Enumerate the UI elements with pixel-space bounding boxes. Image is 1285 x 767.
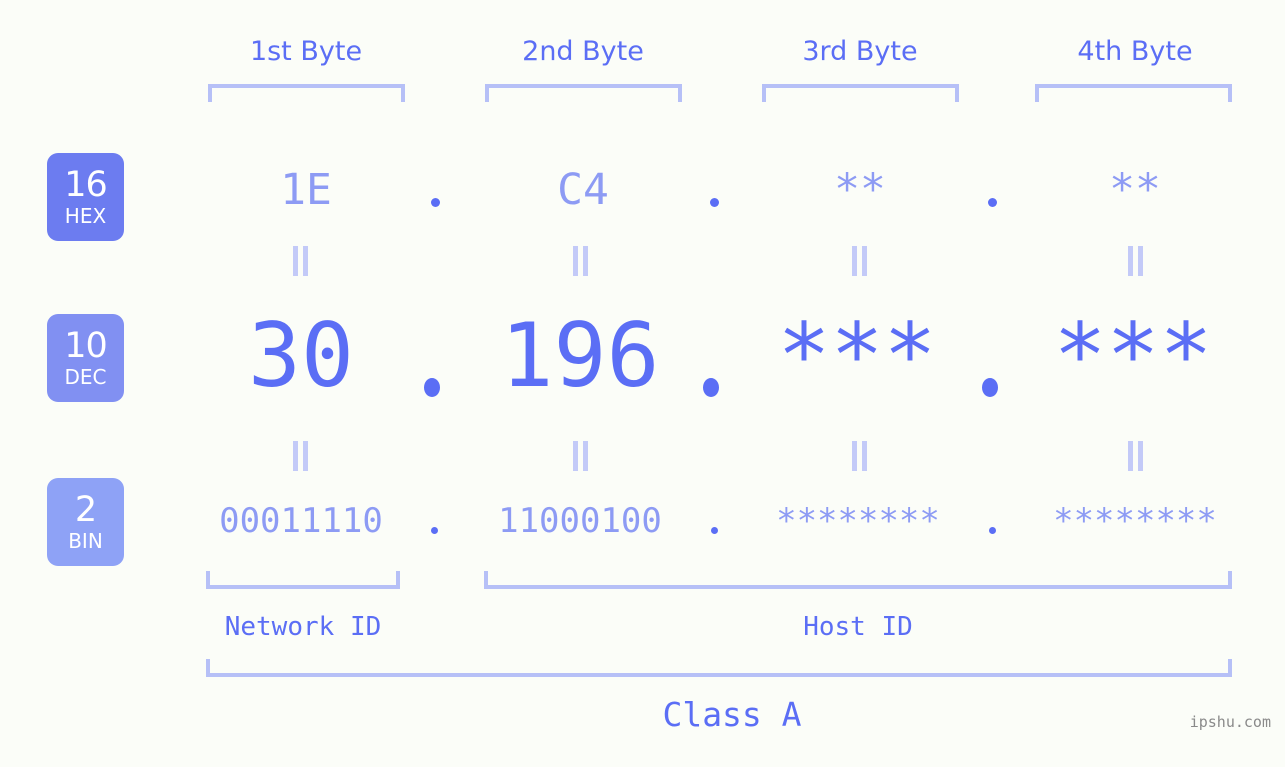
radix-badge-hex-number: 16 (64, 165, 108, 205)
byte-header-3: 3rd Byte (802, 36, 918, 67)
dec-separator-3 (982, 378, 998, 397)
network-id-label: Network ID (224, 612, 382, 642)
dec-separator-1 (424, 378, 440, 397)
hex-separator-2 (710, 198, 719, 207)
host-id-bracket (484, 571, 1232, 589)
hex-byte-1: 1E (280, 165, 332, 215)
bin-separator-1 (431, 527, 438, 534)
byte-header-2: 2nd Byte (522, 36, 644, 67)
byte-bracket-3 (762, 84, 959, 102)
class-label: Class A (662, 695, 802, 734)
radix-badge-bin-name: BIN (68, 529, 103, 553)
equivalence-mark-hex-dec-3 (851, 246, 869, 276)
byte-header-1: 1st Byte (249, 36, 363, 67)
radix-badge-bin-number: 2 (74, 490, 97, 530)
equivalence-mark-dec-bin-1 (292, 441, 310, 471)
dec-byte-4: *** (1053, 304, 1213, 407)
hex-byte-3: ** (834, 165, 886, 215)
bin-separator-2 (711, 527, 718, 534)
radix-badge-hex: 16 HEX (47, 153, 124, 241)
hex-byte-4: ** (1109, 165, 1161, 215)
hex-separator-1 (431, 198, 440, 207)
bin-byte-1: 00011110 (219, 501, 383, 541)
radix-badge-dec-name: DEC (64, 365, 107, 389)
dec-byte-1: 30 (248, 304, 354, 407)
dec-byte-3: *** (777, 304, 937, 407)
byte-bracket-4 (1035, 84, 1232, 102)
radix-badge-bin: 2 BIN (47, 478, 124, 566)
host-id-label: Host ID (803, 612, 913, 642)
equivalence-mark-dec-bin-3 (851, 441, 869, 471)
network-id-bracket (206, 571, 400, 589)
byte-header-4: 4th Byte (1077, 36, 1193, 67)
hex-byte-2: C4 (557, 165, 609, 215)
dec-separator-2 (703, 378, 719, 397)
bin-separator-3 (989, 527, 996, 534)
equivalence-mark-hex-dec-4 (1127, 246, 1145, 276)
equivalence-mark-dec-bin-2 (572, 441, 590, 471)
equivalence-mark-hex-dec-1 (292, 246, 310, 276)
hex-separator-3 (988, 198, 997, 207)
site-watermark: ipshu.com (1189, 713, 1271, 731)
radix-badge-dec-number: 10 (64, 326, 108, 366)
bin-byte-3: ******** (776, 501, 940, 541)
bin-byte-4: ******** (1053, 501, 1217, 541)
byte-bracket-1 (208, 84, 405, 102)
radix-badge-hex-name: HEX (64, 204, 107, 228)
equivalence-mark-dec-bin-4 (1127, 441, 1145, 471)
class-bracket (206, 659, 1232, 677)
byte-bracket-2 (485, 84, 682, 102)
equivalence-mark-hex-dec-2 (572, 246, 590, 276)
radix-badge-dec: 10 DEC (47, 314, 124, 402)
ip-address-breakdown-diagram: 1st Byte 2nd Byte 3rd Byte 4th Byte 16 H… (0, 0, 1285, 767)
dec-byte-2: 196 (500, 304, 660, 407)
bin-byte-2: 11000100 (498, 501, 662, 541)
